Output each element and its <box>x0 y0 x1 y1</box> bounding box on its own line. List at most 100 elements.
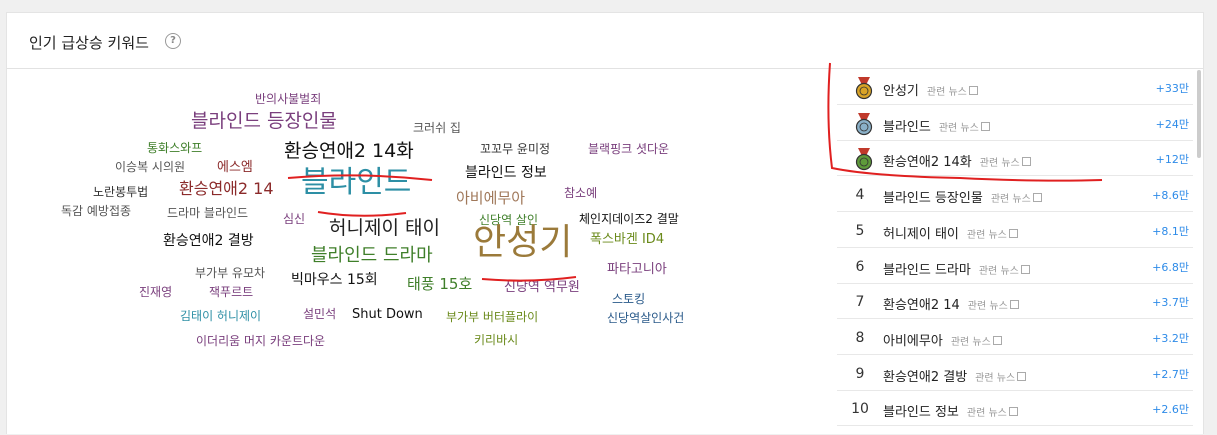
related-news-label: 관련 뉴스 <box>967 301 1008 313</box>
cloud-keyword[interactable]: 이승복 시의원 <box>115 161 185 173</box>
cloud-keyword[interactable]: 이더리움 머지 카운트다운 <box>196 335 325 347</box>
ranking-keyword[interactable]: 블라인드 정보 관련 뉴스 <box>883 401 1018 420</box>
ranking-row[interactable]: 4 블라인드 등장인물 관련 뉴스 +8.6만 <box>837 177 1193 213</box>
cloud-keyword[interactable]: 환승연애2 14 <box>179 181 274 197</box>
ranking-row[interactable]: 9 환승연애2 결방 관련 뉴스 +2.7만 <box>837 356 1193 391</box>
related-news-label: 관련 뉴스 <box>966 408 1007 420</box>
cloud-keyword[interactable]: 신당역살인사건 <box>607 312 684 324</box>
cloud-keyword[interactable]: 환승연애2 14화 <box>284 141 414 161</box>
related-news-label: 관련 뉴스 <box>979 158 1020 170</box>
cloud-keyword[interactable]: 드라마 블라인드 <box>167 207 248 219</box>
ranking-keyword-label: 환승연애2 14화 <box>883 155 972 171</box>
cloud-keyword[interactable]: 블라인드 등장인물 <box>191 111 337 131</box>
bronze-medal-icon <box>855 148 873 171</box>
cloud-keyword[interactable]: 반의사불벌죄 <box>255 93 321 105</box>
cloud-keyword[interactable]: 허니제이 태이 <box>329 218 440 238</box>
cloud-keyword[interactable]: 심신 <box>283 213 305 225</box>
related-news-link[interactable]: 관련 뉴스 <box>966 407 1018 420</box>
ranking-keyword[interactable]: 환승연애2 14 관련 뉴스 <box>883 294 1019 313</box>
ranking-keyword[interactable]: 환승연애2 결방 관련 뉴스 <box>883 366 1027 385</box>
cloud-keyword[interactable]: 태풍 15호 <box>407 276 472 292</box>
cloud-keyword[interactable]: 블라인드 정보 <box>465 166 547 180</box>
cloud-keyword[interactable]: 노란봉투법 <box>93 186 148 198</box>
ranking-keyword-label: 블라인드 드라마 <box>883 262 971 278</box>
ranking-keyword[interactable]: 블라인드 등장인물 관련 뉴스 <box>883 187 1042 206</box>
external-link-icon <box>1009 300 1019 310</box>
cloud-keyword[interactable]: 신당역 역무원 <box>504 281 580 294</box>
cloud-keyword[interactable]: 통화스와프 <box>147 142 202 154</box>
related-news-link[interactable]: 관련 뉴스 <box>950 335 1002 348</box>
ranking-keyword-label: 블라인드 정보 <box>883 405 959 421</box>
cloud-keyword[interactable]: 부가부 유모차 <box>195 267 265 279</box>
cloud-keyword[interactable]: 폭스바겐 ID4 <box>590 233 664 246</box>
external-link-icon <box>980 121 990 131</box>
cloud-keyword[interactable]: 아비에무아 <box>456 190 525 206</box>
search-delta: +33만 <box>1155 82 1189 95</box>
cloud-keyword[interactable]: 참소예 <box>564 187 597 199</box>
cloud-keyword[interactable]: 크러쉬 집 <box>413 122 461 134</box>
search-delta: +3.7만 <box>1152 296 1189 310</box>
rank-number: 9 <box>855 365 865 382</box>
ranking-row[interactable]: 10 블라인드 정보 관련 뉴스 +2.6만 <box>837 391 1193 427</box>
ranking-keyword[interactable]: 허니제이 태이 관련 뉴스 <box>883 223 1018 242</box>
ranking-keyword[interactable]: 블라인드 관련 뉴스 <box>883 116 990 135</box>
ranking-row[interactable]: 7 환승연애2 14 관련 뉴스 +3.7만 <box>837 284 1193 320</box>
cloud-keyword[interactable]: 진재영 <box>139 286 172 298</box>
cloud-keyword[interactable]: 안성기 <box>473 225 572 261</box>
ranking-keyword-label: 아비에무아 <box>883 333 943 349</box>
cloud-keyword[interactable]: 김태이 허니제이 <box>180 310 261 322</box>
ranking-keyword[interactable]: 아비에무아 관련 뉴스 <box>883 330 1002 349</box>
related-news-link[interactable]: 관련 뉴스 <box>979 157 1031 170</box>
ranking-row[interactable]: 블라인드 관련 뉴스 +24만 <box>837 106 1193 141</box>
cloud-keyword[interactable]: 잭푸르트 <box>209 286 253 298</box>
related-news-label: 관련 뉴스 <box>966 229 1007 241</box>
related-news-link[interactable]: 관련 뉴스 <box>991 193 1042 205</box>
cloud-keyword[interactable]: 체인지데이즈2 결말 <box>579 213 679 225</box>
cloud-keyword[interactable]: 에스엠 <box>217 161 253 174</box>
ranking-row[interactable]: 6 블라인드 드라마 관련 뉴스 +6.8만 <box>837 249 1193 284</box>
related-news-link[interactable]: 관련 뉴스 <box>979 264 1030 277</box>
cloud-keyword[interactable]: 키리바시 <box>474 334 518 346</box>
ranking-row[interactable]: 안성기 관련 뉴스 +33만 <box>837 70 1193 105</box>
cloud-keyword[interactable]: 블랙핑크 셧다운 <box>588 143 669 155</box>
ranking-keyword[interactable]: 블라인드 드라마 관련 뉴스 <box>883 259 1030 278</box>
card-title: 인기 급상승 키워드 <box>29 34 149 52</box>
rank-number: 4 <box>855 187 865 204</box>
search-delta: +6.8만 <box>1152 260 1189 274</box>
cloud-keyword[interactable]: 독감 예방접종 <box>61 205 131 217</box>
cloud-keyword[interactable]: Shut Down <box>352 308 423 321</box>
cloud-keyword[interactable]: 설민석 <box>303 308 336 320</box>
cloud-keyword[interactable]: 꼬꼬무 윤미정 <box>480 143 550 155</box>
ranking-row[interactable]: 8 아비에무아 관련 뉴스 +3.2만 <box>837 320 1193 355</box>
cloud-keyword[interactable]: 블라인드 드라마 <box>311 247 433 265</box>
external-link-icon <box>1021 157 1031 167</box>
rank-number: 6 <box>855 258 865 275</box>
external-link-icon <box>1032 193 1042 203</box>
cloud-keyword[interactable]: 블라인드 <box>301 168 411 198</box>
related-news-link[interactable]: 관련 뉴스 <box>927 86 978 98</box>
related-news-label: 관련 뉴스 <box>950 336 991 348</box>
search-delta: +12만 <box>1155 153 1189 167</box>
keyword-cloud: 반의사불벌죄블라인드 등장인물크러쉬 집통화스와프 환승연애2 14화 꼬꼬무 윤미… <box>7 69 832 435</box>
cloud-keyword[interactable]: 빅마우스 15회 <box>291 273 378 287</box>
ranking-row[interactable]: 5 허니제이 태이 관련 뉴스 +8.1만 <box>837 213 1193 248</box>
ranking-keyword-label: 환승연애2 결방 <box>883 369 968 385</box>
related-news-link[interactable]: 관련 뉴스 <box>966 228 1018 241</box>
cloud-keyword[interactable]: 파타고니아 <box>607 263 667 276</box>
search-delta: +3.2만 <box>1152 331 1189 345</box>
ranking-keyword[interactable]: 환승연애2 14화 관련 뉴스 <box>883 151 1031 170</box>
cloud-keyword[interactable]: 환승연애2 결방 <box>163 234 254 248</box>
ranking-scrollbar[interactable] <box>1197 70 1201 158</box>
ranking-keyword-label: 허니제이 태이 <box>883 226 959 242</box>
related-news-link[interactable]: 관련 뉴스 <box>975 371 1027 384</box>
cloud-keyword[interactable]: 스토킹 <box>612 293 645 305</box>
cloud-keyword[interactable]: 부가부 버터플라이 <box>446 311 538 323</box>
search-delta: +24만 <box>1155 117 1189 131</box>
help-icon[interactable]: ? <box>165 33 181 49</box>
related-news-link[interactable]: 관련 뉴스 <box>967 300 1019 313</box>
related-news-link[interactable]: 관련 뉴스 <box>939 121 990 134</box>
ranking-keyword-label: 블라인드 등장인물 <box>883 191 983 207</box>
ranking-row[interactable]: 환승연애2 14화 관련 뉴스 +12만 <box>837 141 1193 177</box>
external-link-icon <box>1008 407 1018 417</box>
ranking-keyword[interactable]: 안성기 관련 뉴스 <box>883 80 978 99</box>
